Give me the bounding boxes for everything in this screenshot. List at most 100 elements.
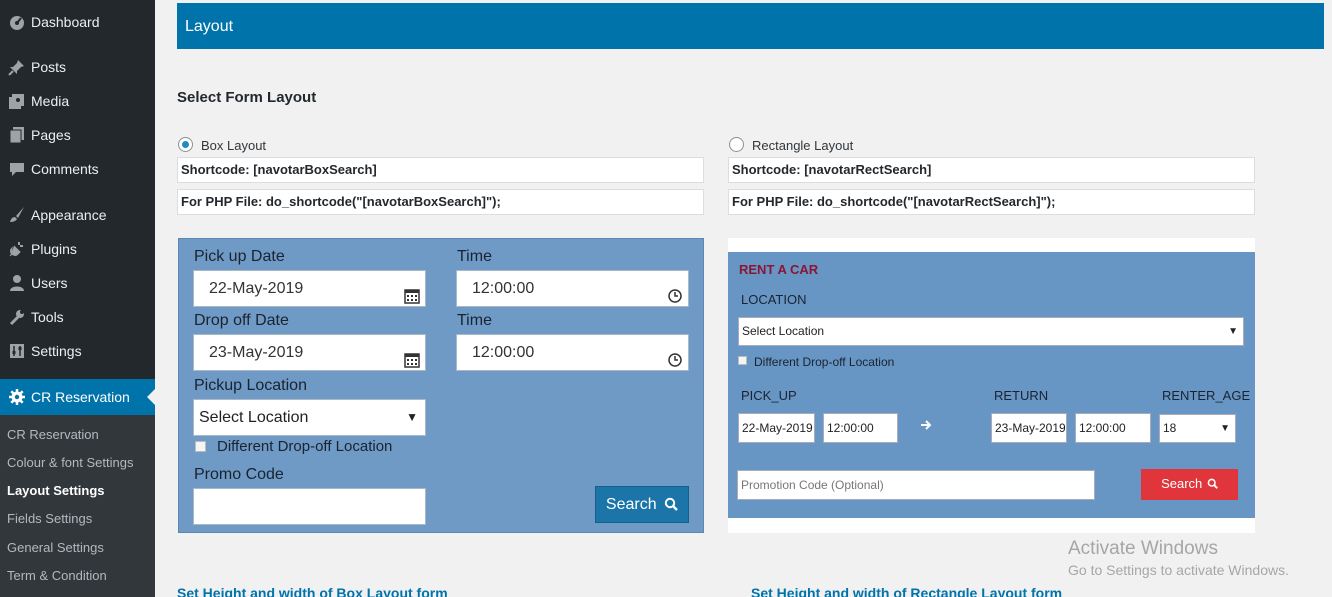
submenu-colour-font-settings[interactable]: Colour & font Settings: [7, 453, 133, 473]
menu-plugins-label: Plugins: [31, 241, 77, 257]
menu-media[interactable]: Media: [0, 84, 155, 118]
rect-search-label: Search: [1161, 476, 1203, 491]
menu-comments[interactable]: Comments: [0, 152, 155, 186]
pickup-location-select[interactable]: Select Location ▼: [193, 399, 426, 436]
dropdown-arrow-icon: ▼: [406, 410, 418, 424]
box-php-field[interactable]: For PHP File: do_shortcode("[navotarBoxS…: [177, 189, 704, 215]
plug-icon: [4, 240, 30, 258]
box-search-label: Search: [605, 496, 657, 513]
cr-reservation-submenu: CR Reservation Colour & font Settings La…: [0, 415, 155, 597]
pickup-location-value: Select Location: [199, 409, 309, 426]
rectangle-layout-preview: RENT A CAR LOCATION Select Location ▼ Di…: [728, 238, 1255, 533]
box-layout-radio[interactable]: [178, 137, 193, 152]
box-layout-label: Box Layout: [201, 138, 267, 153]
submenu-fields-settings[interactable]: Fields Settings: [7, 509, 92, 529]
dashboard-icon: [4, 13, 30, 31]
location-label: LOCATION: [741, 292, 807, 307]
return-label: RETURN: [994, 388, 1049, 403]
clock-icon: [667, 346, 683, 367]
calendar-icon: [404, 282, 420, 304]
arrow-right-icon: [920, 418, 932, 436]
rect-return-date-input[interactable]: 23-May-2019: [991, 413, 1067, 443]
rect-shortcode-field[interactable]: Shortcode: [navotarRectSearch]: [728, 157, 1255, 183]
admin-sidebar: Dashboard Posts Media Pages Comments App…: [0, 0, 155, 597]
dropoff-time-input[interactable]: 12:00:00: [456, 334, 689, 371]
menu-dashboard[interactable]: Dashboard: [0, 5, 155, 39]
promotion-code-input[interactable]: Promotion Code (Optional): [737, 470, 1095, 500]
brush-icon: [4, 206, 30, 224]
submenu-cr-reservation[interactable]: CR Reservation: [7, 425, 99, 445]
menu-posts[interactable]: Posts: [0, 50, 155, 84]
promo-code-input[interactable]: [193, 488, 426, 525]
different-dropoff-label: Different Drop-off Location: [217, 438, 393, 455]
search-icon: [1207, 470, 1218, 500]
gear-icon: [4, 388, 30, 406]
menu-pages-label: Pages: [31, 127, 71, 143]
box-size-heading: Set Height and width of Box Layout form: [177, 585, 448, 597]
rect-location-select[interactable]: Select Location ▼: [738, 317, 1244, 346]
wrench-icon: [4, 308, 30, 326]
pickup-date-value: 22-May-2019: [209, 280, 304, 297]
menu-tools[interactable]: Tools: [0, 300, 155, 334]
comment-icon: [4, 160, 30, 178]
rect-php-field[interactable]: For PHP File: do_shortcode("[navotarRect…: [728, 189, 1255, 215]
pickup-location-label: Pickup Location: [194, 377, 307, 394]
header-title: Layout: [185, 18, 234, 35]
rect-search-button[interactable]: Search: [1141, 469, 1238, 500]
pages-icon: [4, 126, 30, 144]
different-dropoff-checkbox[interactable]: [195, 441, 206, 452]
dropoff-time-value: 12:00:00: [472, 344, 535, 361]
renter-age-select[interactable]: 18 ▼: [1159, 414, 1236, 443]
calendar-icon: [404, 346, 420, 368]
box-search-button[interactable]: Search: [595, 486, 689, 523]
pickup-date-label: Pick up Date: [194, 248, 285, 265]
rect-pickup-time-input[interactable]: 12:00:00: [823, 413, 898, 443]
rent-a-car-title: RENT A CAR: [739, 262, 819, 277]
menu-settings-label: Settings: [31, 343, 82, 359]
menu-users[interactable]: Users: [0, 266, 155, 300]
menu-cr-reservation[interactable]: CR Reservation: [0, 379, 155, 415]
submenu-layout-settings[interactable]: Layout Settings: [7, 481, 105, 501]
submenu-general-settings[interactable]: General Settings: [7, 538, 104, 558]
pin-icon: [4, 58, 30, 76]
rectangle-layout-label: Rectangle Layout: [752, 138, 854, 153]
promo-code-label: Promo Code: [194, 466, 284, 483]
pickup-time-input[interactable]: 12:00:00: [456, 270, 689, 307]
menu-settings[interactable]: Settings: [0, 334, 155, 368]
rect-return-time-input[interactable]: 12:00:00: [1075, 413, 1151, 443]
rectangle-form: RENT A CAR LOCATION Select Location ▼ Di…: [728, 252, 1255, 518]
menu-plugins[interactable]: Plugins: [0, 232, 155, 266]
submenu-term-condition[interactable]: Term & Condition: [7, 566, 107, 586]
pickup-time-label: Time: [457, 248, 492, 265]
dropdown-arrow-icon: ▼: [1220, 423, 1230, 434]
rect-size-heading: Set Height and width of Rectangle Layout…: [751, 585, 1063, 597]
rect-location-value: Select Location: [742, 324, 825, 338]
settings-icon: [4, 342, 30, 360]
menu-pages[interactable]: Pages: [0, 118, 155, 152]
rect-different-dropoff-checkbox[interactable]: [738, 356, 747, 365]
rect-different-dropoff-label: Different Drop-off Location: [754, 355, 895, 369]
dropoff-date-label: Drop off Date: [194, 312, 289, 329]
menu-tools-label: Tools: [31, 309, 64, 325]
dropoff-time-label: Time: [457, 312, 492, 329]
activate-windows-subtitle: Go to Settings to activate Windows.: [1068, 562, 1289, 578]
media-icon: [4, 92, 30, 110]
clock-icon: [667, 282, 683, 303]
menu-cr-reservation-label: CR Reservation: [31, 389, 130, 405]
pickup-time-value: 12:00:00: [472, 280, 535, 297]
search-icon: [664, 489, 678, 525]
renter-age-label: RENTER_AGE: [1162, 388, 1251, 403]
menu-posts-label: Posts: [31, 59, 67, 75]
pickup-date-input[interactable]: 22-May-2019: [193, 270, 426, 307]
box-layout-preview: Pick up Date Time 22-May-2019 12:00:00 D…: [178, 238, 704, 533]
rectangle-layout-radio[interactable]: [729, 137, 744, 152]
menu-comments-label: Comments: [31, 161, 99, 177]
dropoff-date-input[interactable]: 23-May-2019: [193, 334, 426, 371]
dropoff-date-value: 23-May-2019: [209, 344, 304, 361]
menu-dashboard-label: Dashboard: [31, 14, 100, 30]
box-shortcode-field[interactable]: Shortcode: [navotarBoxSearch]: [177, 157, 704, 183]
menu-appearance[interactable]: Appearance: [0, 198, 155, 232]
menu-appearance-label: Appearance: [31, 207, 107, 223]
section-title: Select Form Layout: [177, 89, 317, 106]
rect-pickup-date-input[interactable]: 22-May-2019: [738, 413, 815, 443]
